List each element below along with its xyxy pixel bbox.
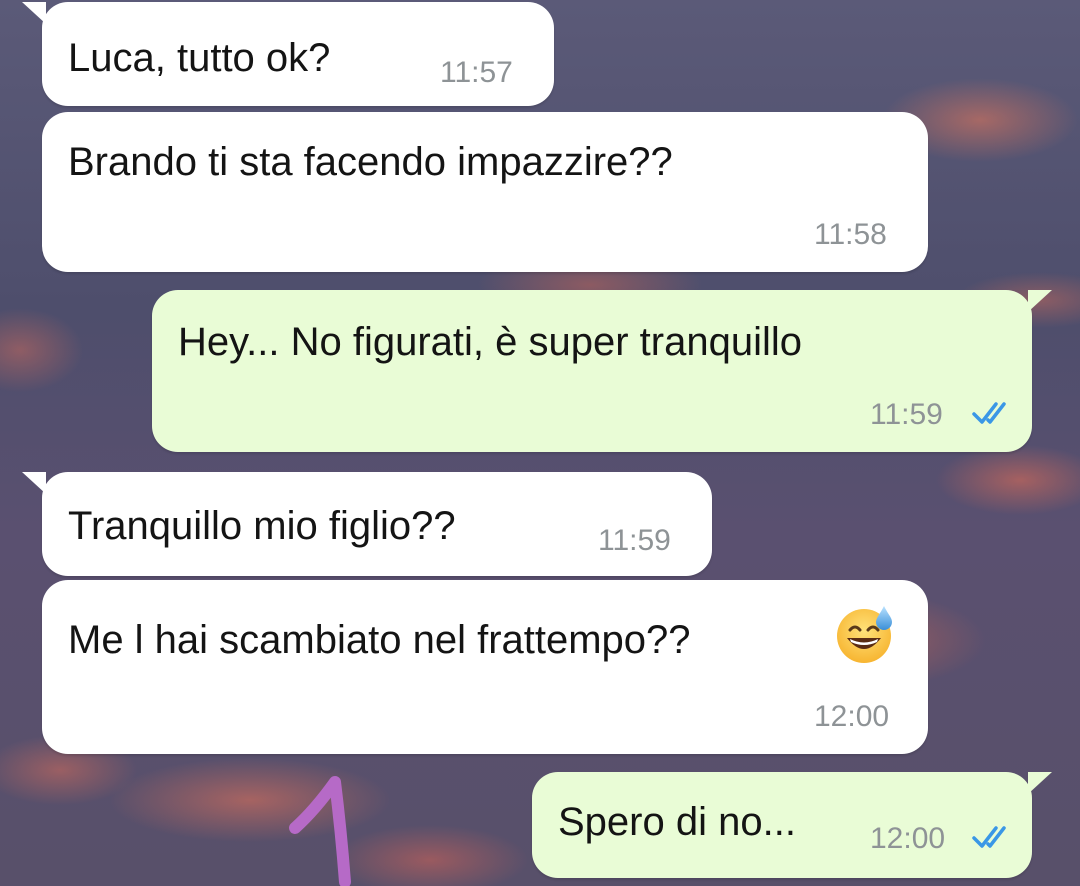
- message-time: 12:00: [814, 700, 890, 733]
- message-bubble-incoming[interactable]: Luca, tutto ok? 11:57: [22, 2, 554, 106]
- bubble-tail: [1028, 290, 1052, 312]
- bubble-tail: [22, 2, 46, 24]
- message-time: 11:59: [598, 524, 671, 557]
- message-time: 11:57: [440, 56, 513, 89]
- message-text: Hey... No figurati, è super tranquillo: [178, 320, 803, 364]
- message-bubble-outgoing[interactable]: Spero di no... 12:00: [532, 772, 1052, 878]
- message-text: Brando ti sta facendo impazzire??: [68, 140, 673, 184]
- double-check-icon: [972, 826, 1006, 848]
- message-text: Spero di no...: [558, 800, 796, 844]
- grinning-face-with-sweat-icon: [837, 606, 892, 663]
- hand-drawn-mark: [289, 776, 351, 886]
- message-bubble-incoming[interactable]: Me l hai scambiato nel frattempo?? 12:00: [42, 580, 928, 754]
- bubble-tail: [1028, 772, 1052, 794]
- message-time: 12:00: [870, 822, 946, 855]
- message-text: Tranquillo mio figlio??: [68, 504, 456, 548]
- message-bubble-incoming[interactable]: Brando ti sta facendo impazzire?? 11:58: [42, 112, 928, 272]
- message-time: 11:58: [814, 218, 887, 251]
- double-check-icon: [972, 402, 1006, 424]
- message-bubble-incoming[interactable]: Tranquillo mio figlio?? 11:59: [22, 472, 712, 576]
- message-time: 11:59: [870, 398, 943, 431]
- bubble-tail: [22, 472, 46, 494]
- message-text: Luca, tutto ok?: [68, 36, 331, 80]
- message-bubble-outgoing[interactable]: Hey... No figurati, è super tranquillo 1…: [152, 290, 1052, 452]
- message-text: Me l hai scambiato nel frattempo??: [68, 618, 691, 662]
